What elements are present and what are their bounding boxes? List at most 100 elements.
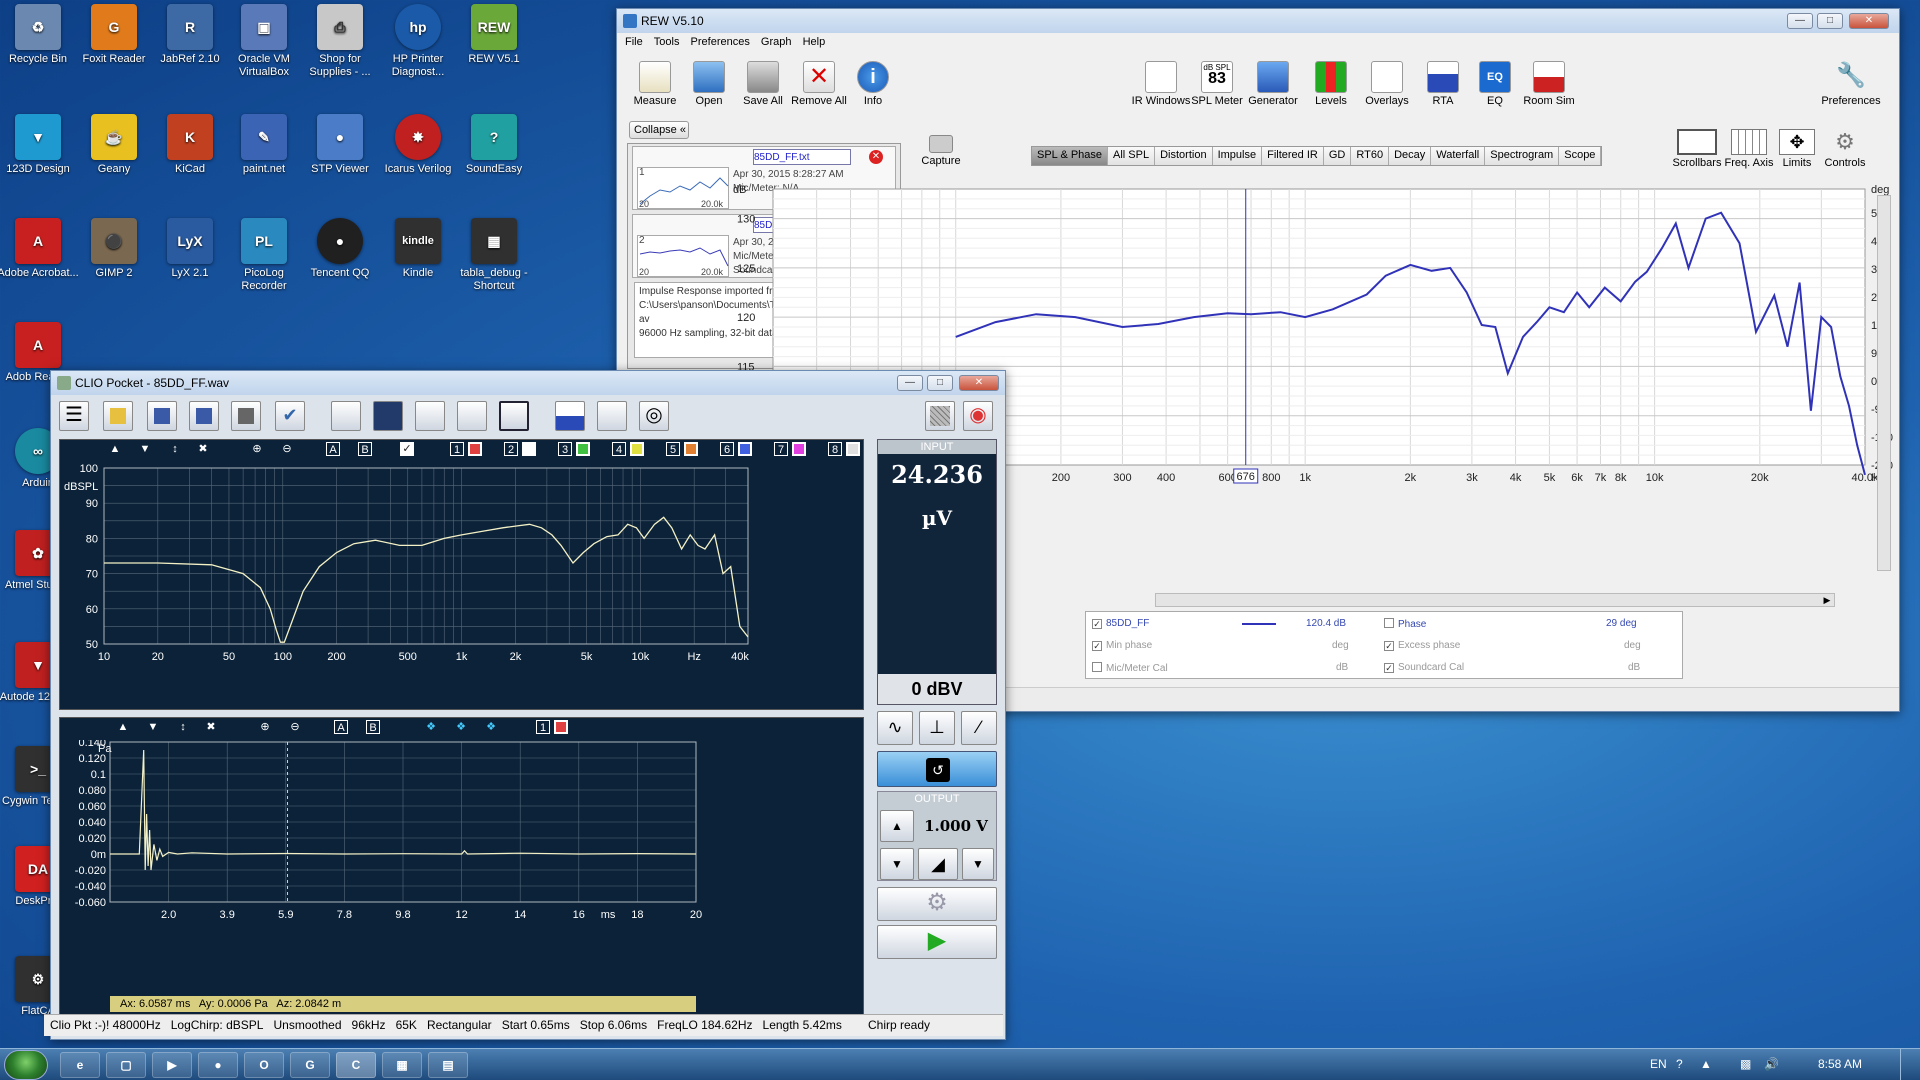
scrollbars-button[interactable]: Scrollbars xyxy=(1667,129,1727,169)
desktop-icon-icarus[interactable]: ✸ Icarus Verilog xyxy=(376,114,460,176)
channel-7-toggle[interactable]: 7 xyxy=(774,442,788,456)
legend-row-soundcard-cal[interactable]: ✓ Soundcard Cal dB xyxy=(1384,662,1674,673)
channel-4-toggle[interactable]: 4 xyxy=(612,442,626,456)
zoom-in-icon[interactable]: ⊕ xyxy=(250,442,264,456)
scale-up-icon[interactable]: ▲ xyxy=(116,720,130,734)
preferences-button[interactable]: 🔧 Preferences xyxy=(1821,61,1881,107)
desktop-icon-123d[interactable]: ▼ 123D Design xyxy=(0,114,80,176)
legend-checkbox[interactable]: ✓ xyxy=(1092,619,1102,629)
tray-expand-icon[interactable]: ▲ xyxy=(1700,1057,1712,1071)
scale-down-icon[interactable]: ▼ xyxy=(146,720,160,734)
channel-3-color-swatch[interactable] xyxy=(576,442,590,456)
marker-start-icon[interactable]: ❖ xyxy=(454,720,468,734)
taskbar-app-firefox[interactable]: ● xyxy=(198,1052,238,1078)
levels-button[interactable]: Levels xyxy=(1301,61,1361,107)
desktop-icon-lyx[interactable]: LyX LyX 2.1 xyxy=(148,218,232,280)
tab-decay[interactable]: Decay xyxy=(1389,147,1432,165)
expand-icon[interactable]: ↕ xyxy=(176,720,190,734)
ir-windows-button[interactable]: IR Windows xyxy=(1131,61,1191,107)
marker-icon[interactable]: ❖ xyxy=(424,720,438,734)
menu-preferences[interactable]: Preferences xyxy=(691,36,750,48)
minimize-button[interactable]: — xyxy=(897,375,923,391)
zoom-out-icon[interactable]: ⊖ xyxy=(280,442,294,456)
checklist-button[interactable]: ✔ xyxy=(275,401,305,431)
clock[interactable]: 8:58 AM xyxy=(1818,1057,1862,1071)
tab-gd[interactable]: GD xyxy=(1323,147,1352,165)
controls-button[interactable]: ⚙ Controls xyxy=(1815,129,1875,169)
channel-2-color-swatch[interactable] xyxy=(522,442,536,456)
desktop-icon-kicad[interactable]: K KiCad xyxy=(148,114,232,176)
peak-button[interactable] xyxy=(597,401,627,431)
play-button[interactable]: ▶ xyxy=(877,925,997,959)
eq-button[interactable]: EQ EQ xyxy=(1465,61,1525,107)
scroll-right-arrow[interactable]: ▶ xyxy=(1820,594,1834,606)
info-button[interactable]: i Info xyxy=(843,61,903,107)
time-view-button[interactable] xyxy=(457,401,487,431)
start-button[interactable] xyxy=(4,1050,48,1080)
channel-7-color-swatch[interactable] xyxy=(792,442,806,456)
legend-checkbox[interactable] xyxy=(1092,662,1102,672)
close-button[interactable]: ✕ xyxy=(959,375,999,391)
probe-button[interactable]: ∕ xyxy=(961,711,997,745)
overlays-button[interactable]: Overlays xyxy=(1357,61,1417,107)
save-all-button[interactable] xyxy=(189,401,219,431)
channel-3-toggle[interactable]: 3 xyxy=(558,442,572,456)
desktop-icon-picolog[interactable]: PL PicoLog Recorder xyxy=(222,218,306,293)
output-value[interactable]: 1.000 V xyxy=(918,810,994,842)
legend-row-85dd[interactable]: ✓ 85DD_FF 120.4 dB xyxy=(1092,618,1352,629)
language-indicator[interactable]: EN xyxy=(1650,1057,1667,1071)
cursor-a-icon[interactable]: A xyxy=(326,442,340,456)
desktop-icon-shop-supplies[interactable]: ⎙ Shop for Supplies - ... xyxy=(298,4,382,79)
measurement-name-input[interactable] xyxy=(753,149,851,165)
close-button[interactable]: ✕ xyxy=(1849,13,1889,29)
channel-1-color-swatch[interactable] xyxy=(468,442,482,456)
clio-frequency-plot[interactable]: ▲ ▼ ↕ ✖ ⊕ ⊖ A B ✓ 1 2 3 4 5 6 7 8 dBSPL 100 90 80 7… xyxy=(59,439,864,710)
spectrum-button[interactable] xyxy=(555,401,585,431)
taskbar-app-rew[interactable]: ▦ xyxy=(382,1052,422,1078)
output-up-button[interactable]: ▲ xyxy=(880,810,914,842)
open-folder-button[interactable] xyxy=(103,401,133,431)
print-button[interactable] xyxy=(231,401,261,431)
channel-6-color-swatch[interactable] xyxy=(738,442,752,456)
help-tray-icon[interactable]: ? xyxy=(1676,1057,1683,1071)
channel-1-toggle[interactable]: 1 xyxy=(450,442,464,456)
target-button[interactable]: ◎ xyxy=(639,401,669,431)
remove-measurement-icon[interactable]: ✕ xyxy=(869,150,883,164)
help-button[interactable]: ◉ xyxy=(963,401,993,431)
overlay-check-icon[interactable]: ✓ xyxy=(400,442,414,456)
freq-view-button[interactable] xyxy=(331,401,361,431)
legend-checkbox[interactable]: ✓ xyxy=(1384,641,1394,651)
filter-button[interactable]: ∿ xyxy=(877,711,913,745)
tab-waterfall[interactable]: Waterfall xyxy=(1431,147,1486,165)
collapse-button[interactable]: Collapse « xyxy=(629,121,689,139)
taskbar-app-ie[interactable]: e xyxy=(60,1052,100,1078)
tab-all-spl[interactable]: All SPL xyxy=(1108,147,1156,165)
tab-spl-phase[interactable]: SPL & Phase xyxy=(1032,147,1109,165)
scale-up-icon[interactable]: ▲ xyxy=(108,442,122,456)
desktop-icon-acrobat[interactable]: A Adobe Acrobat... xyxy=(0,218,80,280)
taskbar-app-explorer[interactable]: ▢ xyxy=(106,1052,146,1078)
curve-view-button[interactable] xyxy=(415,401,445,431)
desktop-icon-tabla[interactable]: ▦ tabla_debug - Shortcut xyxy=(452,218,536,293)
minimize-button[interactable]: — xyxy=(1787,13,1813,29)
speaker-button[interactable]: ◢ xyxy=(918,848,958,880)
remove-all-button[interactable]: ✕ Remove All xyxy=(789,61,849,107)
channel-4-color-swatch[interactable] xyxy=(630,442,644,456)
desktop-icon-foxit[interactable]: G Foxit Reader xyxy=(72,4,156,66)
menu-help[interactable]: Help xyxy=(803,36,826,48)
taskbar-app-media[interactable]: ▶ xyxy=(152,1052,192,1078)
channel-8-color-swatch[interactable] xyxy=(846,442,860,456)
cursor-b-icon[interactable]: B xyxy=(366,720,380,734)
desktop-icon-soundeasy[interactable]: ? SoundEasy xyxy=(452,114,536,176)
spl-meter-button[interactable]: dB SPL 83 SPL Meter xyxy=(1187,61,1247,107)
desktop-icon-geany[interactable]: ☕ Geany xyxy=(72,114,156,176)
channel-5-toggle[interactable]: 5 xyxy=(666,442,680,456)
desktop-icon-hp-diagnostic[interactable]: hp HP Printer Diagnost... xyxy=(376,4,460,79)
measure-button[interactable]: Measure xyxy=(625,61,685,107)
channel-2-toggle[interactable]: 2 xyxy=(504,442,518,456)
legend-row-min-phase[interactable]: ✓ Min phase deg xyxy=(1092,640,1352,651)
ruler-button[interactable] xyxy=(925,401,955,431)
impulse-button[interactable]: ⊥ xyxy=(919,711,955,745)
channel-8-toggle[interactable]: 8 xyxy=(828,442,842,456)
expand-icon[interactable]: ↕ xyxy=(168,442,182,456)
